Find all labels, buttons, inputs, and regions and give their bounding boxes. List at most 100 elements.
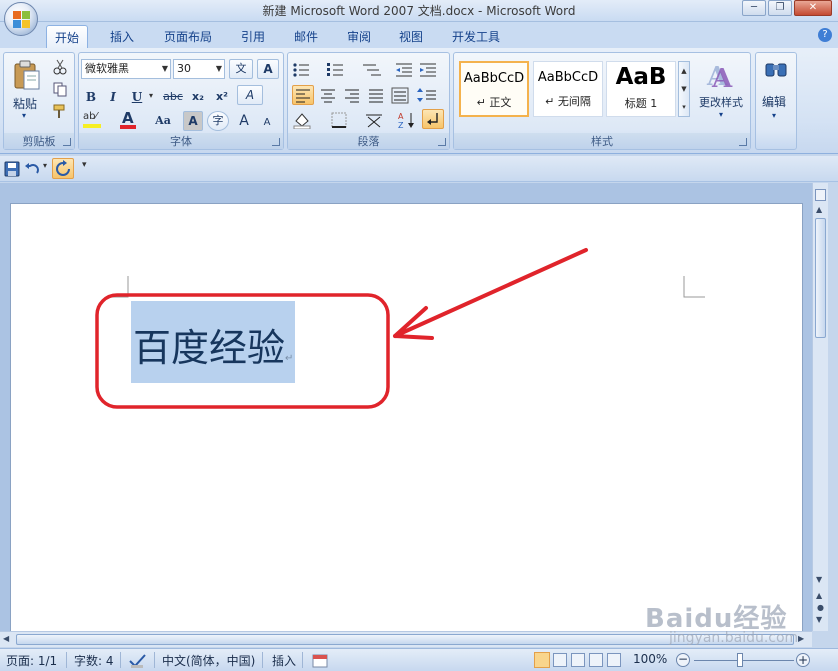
cut-icon[interactable] [52,59,68,75]
line-spacing-icon[interactable] [416,86,442,104]
highlight-button[interactable]: ab⁄ [83,111,113,131]
paste-label: 粘贴 [13,97,38,111]
redo-button[interactable] [52,158,74,179]
grow-font-button[interactable]: A [233,111,255,131]
tab-page-layout[interactable]: 页面布局 [156,25,220,48]
chinese-layout-icon[interactable] [364,111,390,129]
office-button[interactable] [4,2,38,36]
word-count[interactable]: 字数: 4 [74,652,114,669]
shading-icon[interactable] [292,111,318,129]
style-normal[interactable]: AaBbCcD ↵ 正文 [459,61,529,117]
save-icon[interactable] [4,161,20,177]
tab-review[interactable]: 审阅 [339,25,379,48]
increase-indent-icon[interactable] [418,61,438,79]
justify-icon[interactable] [366,86,386,104]
vertical-scroll-thumb[interactable] [815,218,826,338]
insert-mode-indicator[interactable]: 插入 [272,652,296,669]
quick-access-toolbar: ▾ ▾ [0,156,838,182]
style-heading-1[interactable]: AaB 标题 1 [606,61,676,117]
char-border-button[interactable]: A [257,59,279,79]
view-outline-icon[interactable] [589,653,603,667]
distribute-icon[interactable] [390,86,410,104]
bullets-icon[interactable] [292,61,318,79]
char-shading-button[interactable]: A [183,111,203,131]
help-icon[interactable]: ? [818,28,832,42]
multilevel-list-icon[interactable] [360,61,386,79]
align-left-button[interactable] [292,85,314,105]
align-right-icon[interactable] [342,86,362,104]
tab-view[interactable]: 视图 [391,25,431,48]
ruler-toggle-icon[interactable] [815,189,826,201]
zoom-in-icon[interactable]: + [796,653,810,667]
format-painter-icon[interactable] [52,103,68,119]
italic-button[interactable]: I [103,87,123,107]
minimize-button[interactable]: ─ [742,0,766,16]
align-center-icon[interactable] [318,86,338,104]
font-size-select[interactable]: 30 ▼ [173,59,225,79]
status-divider [302,652,303,668]
language-indicator[interactable]: 中文(简体，中国) [162,652,255,669]
font-name-value: 微软雅黑 [85,62,129,75]
scroll-left-icon[interactable]: ◀ [3,634,9,643]
font-color-button[interactable]: A [119,109,149,131]
tab-references[interactable]: 引用 [233,25,273,48]
bold-button[interactable]: B [81,87,101,107]
tab-developer[interactable]: 开发工具 [444,25,508,48]
customize-qat-icon[interactable]: ▾ [82,160,87,170]
view-print-layout-icon[interactable] [534,652,550,668]
view-full-screen-icon[interactable] [553,653,567,667]
subscript-button[interactable]: x₂ [187,87,209,107]
font-name-select[interactable]: 微软雅黑 ▼ [81,59,171,79]
chevron-down-icon[interactable]: ▾ [149,91,153,100]
numbering-icon[interactable] [326,61,352,79]
editing-group[interactable]: 编辑 ▾ [755,52,797,150]
dialog-launcher-icon[interactable] [272,138,280,146]
zoom-slider-thumb[interactable] [737,653,743,667]
restore-button[interactable]: ❐ [768,0,792,16]
status-bar: 页面: 1/1 字数: 4 中文(简体，中国) 插入 100% − + [0,648,838,671]
selected-document-text[interactable]: 百度经验↵ [131,301,296,383]
borders-icon[interactable] [330,111,356,129]
paste-button[interactable]: 粘贴 ▾ [7,57,47,123]
view-draft-icon[interactable] [607,653,621,667]
scroll-down-icon[interactable]: ▼ [816,575,822,584]
vertical-scrollbar[interactable]: ▲ ▼ ▲ ● ▼ [812,183,828,631]
undo-icon[interactable] [24,161,40,177]
enclose-chars-button[interactable]: 字 [207,111,229,131]
zoom-level[interactable]: 100% [633,652,667,666]
change-styles-button[interactable]: A A 更改样式 ▾ [694,57,748,129]
macro-record-icon[interactable] [312,653,328,669]
decrease-indent-icon[interactable] [394,61,414,79]
shrink-font-button[interactable]: A [257,113,277,133]
tab-mailings[interactable]: 邮件 [286,25,326,48]
zoom-slider[interactable] [694,660,794,661]
change-case-button[interactable]: Aa [151,111,175,131]
style-no-spacing[interactable]: AaBbCcD ↵ 无间隔 [533,61,603,117]
proofing-icon[interactable] [128,653,148,669]
paragraph-mark: ↵ [285,353,294,364]
close-button[interactable]: ✕ [794,0,832,16]
office-logo-icon [13,11,30,28]
page-count[interactable]: 页面: 1/1 [6,652,57,669]
phonetic-guide-button[interactable]: 文 [229,59,253,79]
dialog-launcher-icon[interactable] [739,138,747,146]
tab-home[interactable]: 开始 [46,25,89,48]
view-web-layout-icon[interactable] [571,653,585,667]
sort-icon[interactable]: AZ [396,111,418,129]
tab-insert[interactable]: 插入 [102,25,142,48]
dialog-launcher-icon[interactable] [438,138,446,146]
clear-formatting-button[interactable]: A [237,85,263,105]
gallery-scroll[interactable]: ▲ ▼ ▾ [678,61,690,117]
superscript-button[interactable]: x² [211,87,233,107]
copy-icon[interactable] [52,81,68,97]
scroll-up-icon[interactable]: ▲ [816,205,822,214]
show-marks-button[interactable] [422,109,444,129]
document-page[interactable]: 百度经验↵ [10,203,803,631]
zoom-out-icon[interactable]: − [676,653,690,667]
crop-mark-top-left [107,276,129,298]
strikethrough-button[interactable]: abc [161,87,185,107]
font-group-label: 字体 [79,133,283,149]
chevron-down-icon[interactable]: ▾ [43,161,47,170]
dialog-launcher-icon[interactable] [63,138,71,146]
underline-button[interactable]: U [127,87,147,107]
